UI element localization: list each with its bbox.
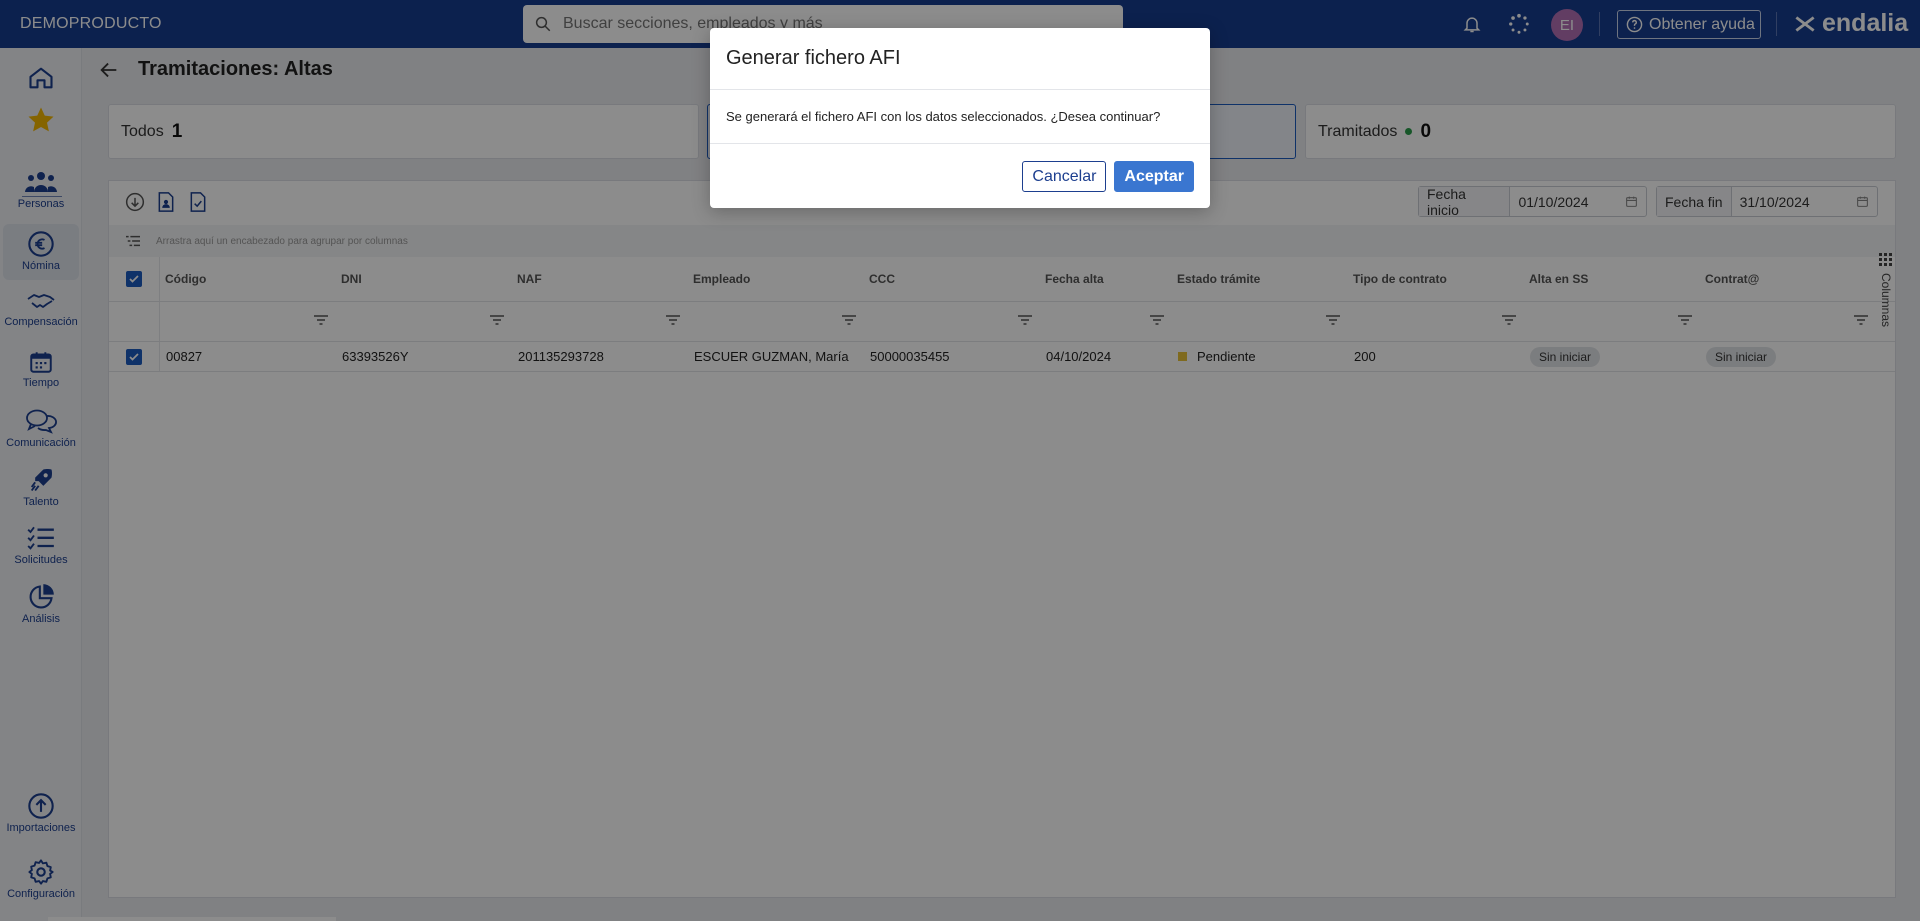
confirm-dialog: Generar fichero AFI Se generará el fiche… (710, 28, 1210, 208)
dialog-message: Se generará el fichero AFI con los datos… (710, 90, 1210, 144)
cancel-button[interactable]: Cancelar (1022, 161, 1107, 192)
dialog-actions: Cancelar Aceptar (1022, 161, 1194, 192)
accept-button[interactable]: Aceptar (1114, 161, 1194, 192)
dialog-title: Generar fichero AFI (710, 28, 1210, 90)
